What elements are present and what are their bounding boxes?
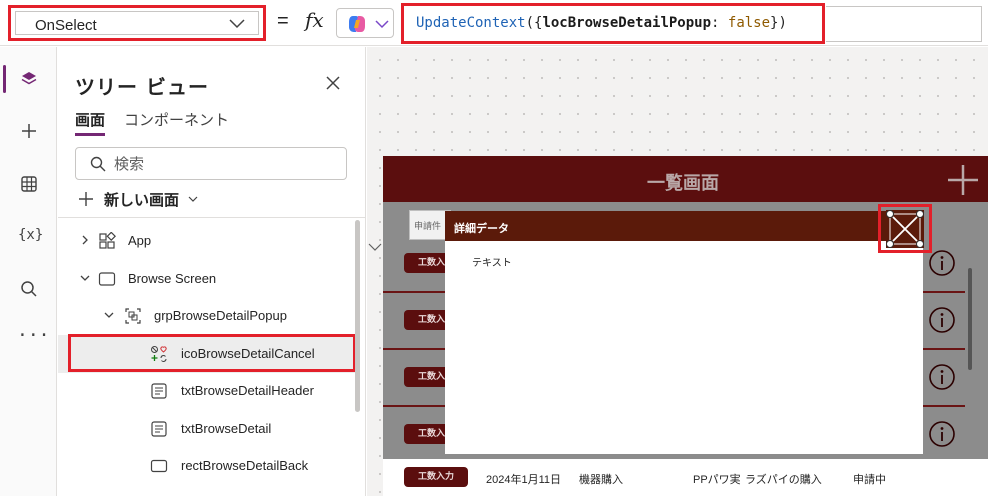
tree-item-label: Browse Screen [128, 271, 217, 286]
tree-item-label: rectBrowseDetailBack [181, 458, 309, 473]
close-icon[interactable] [323, 73, 343, 93]
fx-icon: fx [305, 8, 324, 32]
tree-item-label: App [128, 233, 152, 248]
row-date: 2024年1月11日 [486, 474, 562, 486]
variables-icon: {x} [18, 227, 44, 243]
popup-body-text: テキスト [472, 258, 512, 269]
detail-popup: 詳細データ テキスト [445, 211, 923, 454]
group-icon [125, 308, 141, 324]
copilot-icon [349, 16, 365, 32]
info-icon[interactable] [928, 420, 956, 448]
add-icon[interactable] [946, 163, 980, 197]
search-icon [90, 156, 106, 172]
info-icon[interactable] [928, 306, 956, 334]
tree-view-panel: ツリー ビュー 画面 コンポーネント 新しい画面 App Browse Scre… [58, 47, 366, 496]
tree-item-header-text[interactable]: txtBrowseDetailHeader [58, 372, 358, 410]
row-category: 機器購入 [579, 474, 623, 486]
table-icon [21, 176, 37, 192]
formula-text: UpdateContext({locBrowseDetailPopup: fal… [416, 15, 787, 31]
tree-divider [58, 217, 366, 218]
popup-header: 詳細データ [445, 211, 923, 241]
chevron-down-icon[interactable] [104, 310, 114, 320]
screen-icon [98, 272, 116, 286]
icon-control-icon [151, 346, 167, 362]
tree-item-group[interactable]: grpBrowseDetailPopup [58, 297, 358, 335]
formula-input-extension[interactable] [826, 6, 982, 42]
copilot-button[interactable] [336, 8, 394, 38]
formula-input[interactable]: UpdateContext({locBrowseDetailPopup: fal… [401, 3, 825, 44]
tree-search-input[interactable] [114, 154, 334, 174]
formula-variable: locBrowseDetailPopup [542, 15, 712, 31]
list-item[interactable]: 工数入力 2024年1月11日 機器購入 PPパワ実 ラズパイの購入 申請中 [383, 459, 988, 496]
app-scrollbar[interactable] [968, 268, 972, 370]
app-icon [99, 232, 116, 249]
rail-tree-view[interactable] [0, 59, 57, 99]
tree-item-app[interactable]: App [58, 222, 358, 260]
equals-sign: = [277, 10, 289, 32]
more-icon: ··· [17, 325, 50, 346]
rail-variables[interactable]: {x} [0, 217, 57, 257]
tree-item-label: grpBrowseDetailPopup [154, 308, 287, 323]
chevron-right-icon[interactable] [80, 235, 90, 245]
tree-item-label: txtBrowseDetail [181, 421, 272, 436]
info-icon[interactable] [928, 249, 956, 277]
app-header: 一覧画面 [383, 156, 988, 202]
app-title: 一覧画面 [647, 173, 719, 194]
formula-bar: OnSelect = fx UpdateContext({locBrowseDe… [0, 0, 988, 46]
row-person: PPパワ実 [693, 474, 741, 486]
tree-search-box [75, 147, 347, 180]
info-icon[interactable] [928, 363, 956, 391]
formula-open: ({ [525, 15, 543, 31]
rail-search[interactable] [0, 269, 57, 309]
text-label-icon [151, 421, 167, 437]
formula-colon: : [711, 15, 720, 31]
search-icon [21, 281, 37, 297]
cancel-icon[interactable] [886, 210, 924, 248]
tree-item-cancel-icon[interactable]: icoBrowseDetailCancel [58, 335, 358, 373]
tree-scrollbar[interactable] [355, 220, 360, 412]
formula-value: false [727, 15, 771, 31]
status-badge: 工数入力 [404, 467, 468, 487]
row-title: ラズパイの購入 [745, 474, 822, 486]
rail-insert[interactable] [0, 111, 57, 151]
formula-close: }) [770, 15, 787, 31]
tree-item-label: txtBrowseDetailHeader [181, 383, 314, 398]
tree-item-back-rect[interactable]: rectBrowseDetailBack [58, 447, 358, 485]
tab-screens[interactable]: 画面 [75, 109, 106, 136]
plus-icon [79, 192, 93, 206]
tree-item-detail-text[interactable]: txtBrowseDetail [58, 410, 358, 448]
app-search-placeholder: 申請件 [414, 222, 442, 232]
row-status: 申請中 [853, 474, 886, 486]
chevron-down-icon[interactable] [368, 242, 382, 252]
tab-components[interactable]: コンポーネント [124, 109, 229, 130]
tree-item-browse-screen[interactable]: Browse Screen [58, 260, 358, 298]
chevron-down-icon [375, 20, 389, 29]
text-label-icon [151, 383, 167, 399]
new-screen-label: 新しい画面 [104, 191, 180, 209]
property-dropdown-value: OnSelect [35, 17, 97, 34]
layers-icon [21, 72, 37, 85]
formula-function: UpdateContext [416, 15, 526, 31]
chevron-down-icon[interactable] [80, 273, 90, 283]
tree-item-label: icoBrowseDetailCancel [181, 346, 315, 361]
popup-title: 詳細データ [454, 222, 509, 235]
rectangle-icon [150, 459, 168, 473]
left-rail: {x} ··· [0, 47, 57, 496]
rail-data[interactable] [0, 164, 57, 204]
property-dropdown[interactable]: OnSelect [8, 5, 266, 41]
chevron-down-icon [188, 196, 198, 202]
chevron-down-icon [229, 19, 245, 29]
rail-more[interactable]: ··· [0, 319, 57, 359]
plus-icon [22, 124, 36, 138]
tree-view-title: ツリー ビュー [75, 75, 209, 99]
